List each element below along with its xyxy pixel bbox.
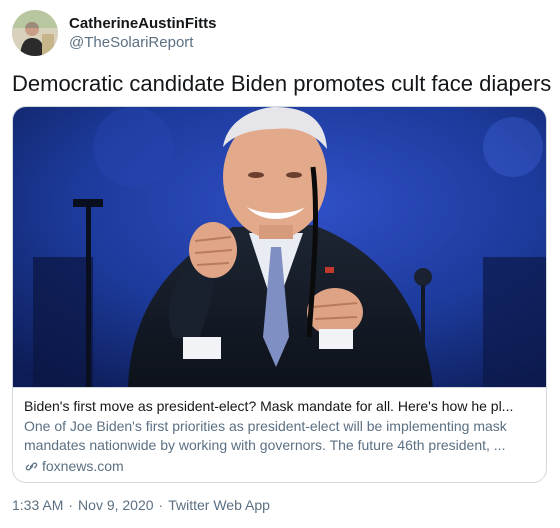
user-names: CatherineAustinFitts @TheSolariReport (69, 14, 217, 52)
meta-separator: · (158, 497, 164, 513)
user-handle[interactable]: @TheSolariReport (69, 33, 217, 52)
display-name[interactable]: CatherineAustinFitts (69, 14, 217, 33)
tweet-date[interactable]: Nov 9, 2020 (78, 496, 154, 515)
tweet-app: Twitter Web App (168, 497, 270, 513)
tweet-meta: 1:33 AM · Nov 9, 2020 · Twitter Web App (12, 496, 270, 515)
tweet-header: CatherineAustinFitts @TheSolariReport (12, 10, 217, 56)
link-icon (24, 459, 39, 474)
tweet-text: Democratic candidate Biden promotes cult… (12, 71, 552, 96)
card-source[interactable]: foxnews.com (24, 457, 534, 476)
card-photo-image (13, 107, 546, 387)
meta-separator: · (68, 497, 74, 513)
link-card[interactable]: Biden's first move as president-elect? M… (12, 106, 547, 483)
card-title[interactable]: Biden's first move as president-elect? M… (24, 397, 534, 416)
card-source-domain: foxnews.com (42, 458, 124, 474)
card-body[interactable]: Biden's first move as president-elect? M… (13, 387, 546, 482)
avatar-image (12, 10, 58, 56)
tweet-time[interactable]: 1:33 AM (12, 496, 63, 515)
card-photo[interactable] (13, 107, 546, 387)
tweet: CatherineAustinFitts @TheSolariReport De… (0, 0, 560, 528)
avatar[interactable] (12, 10, 58, 56)
card-description: One of Joe Biden's first priorities as p… (24, 418, 507, 453)
